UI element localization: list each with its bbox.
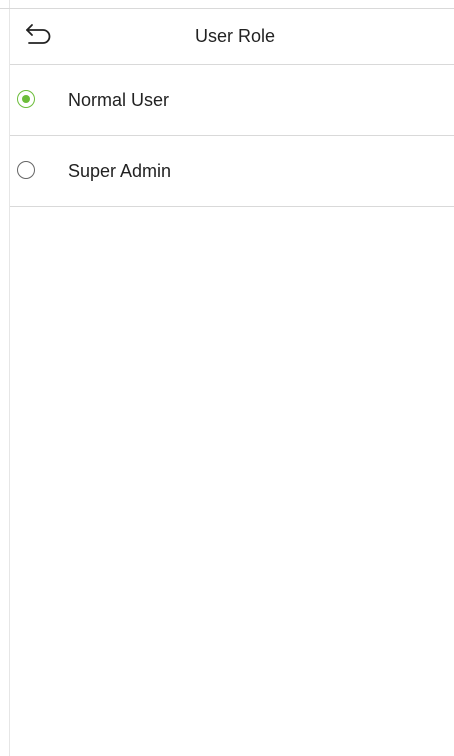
role-options-list: Normal User Super Admin: [10, 65, 454, 207]
radio-selected-icon[interactable]: [17, 90, 35, 108]
radio-dot: [22, 95, 30, 103]
header-bar: User Role: [10, 9, 454, 65]
page-title: User Role: [194, 26, 276, 46]
user-role-screen: User Role Normal User Super Admin: [0, 0, 454, 756]
back-arrow-icon: [24, 22, 54, 51]
option-normal-user[interactable]: Normal User: [10, 65, 454, 136]
left-edge-strip: [0, 0, 10, 756]
option-label: Super Admin: [68, 160, 172, 181]
option-label: Normal User: [68, 89, 170, 110]
radio-unselected-icon[interactable]: [17, 161, 35, 179]
back-button[interactable]: [22, 21, 56, 51]
option-super-admin[interactable]: Super Admin: [10, 136, 454, 207]
